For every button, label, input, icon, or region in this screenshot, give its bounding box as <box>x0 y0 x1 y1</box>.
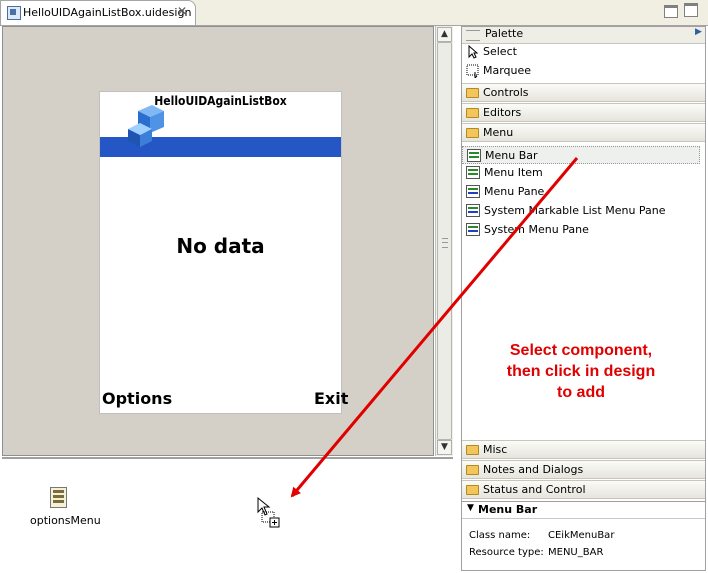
palette-item-label: Menu Pane <box>484 185 545 198</box>
drawer-label: Notes and Dialogs <box>483 463 584 476</box>
menu-pane-icon <box>466 185 480 198</box>
palette-item-menu-pane[interactable]: Menu Pane <box>462 183 700 201</box>
class-name-label: Class name: <box>469 530 531 541</box>
palette-item-menu-item[interactable]: Menu Item <box>462 164 700 182</box>
palette-item-system-menu-pane[interactable]: System Menu Pane <box>462 221 700 239</box>
annotation-line: then click in design <box>506 363 656 380</box>
maximize-icon[interactable] <box>684 3 698 17</box>
marquee-icon <box>466 64 480 80</box>
drawer-label: Editors <box>483 106 522 119</box>
marquee-tool[interactable]: Marquee <box>466 64 532 80</box>
resource-type-label: Resource type: <box>469 547 544 558</box>
folder-icon <box>466 445 479 455</box>
collapse-triangle-icon[interactable]: ▼ <box>467 503 474 513</box>
annotation-line: to add <box>557 384 605 401</box>
resource-type-value: MENU_BAR <box>548 547 604 558</box>
palette-item-label: System Menu Pane <box>484 223 589 236</box>
drawer-editors[interactable]: Editors <box>462 103 705 122</box>
uidesign-file-icon <box>7 6 21 20</box>
menu-pane-icon <box>466 223 480 236</box>
right-softkey[interactable]: Exit <box>314 389 348 408</box>
select-tool[interactable]: Select <box>466 44 517 59</box>
scroll-down-icon[interactable]: ▼ <box>437 440 452 455</box>
folder-icon <box>466 485 479 495</box>
grip-icon <box>442 238 448 248</box>
drawer-label: Misc <box>483 443 508 456</box>
palette-drag-icon[interactable] <box>466 30 480 41</box>
palette-title: Palette <box>485 27 524 40</box>
drawer-label: Menu <box>483 126 514 139</box>
open-folder-icon <box>466 128 479 138</box>
canvas-vertical-scrollbar[interactable]: ▲ ▼ <box>435 26 453 456</box>
app-logo-icon <box>128 105 164 147</box>
scroll-up-icon[interactable]: ▲ <box>437 27 452 42</box>
class-name-value: CEikMenuBar <box>548 530 615 541</box>
minimize-icon[interactable] <box>664 5 678 18</box>
folder-icon <box>466 108 479 118</box>
palette-menu-arrow-icon[interactable]: ▶ <box>695 27 702 37</box>
editor-tab[interactable]: HelloUIDAgainListBox.uidesign ✕ <box>0 0 196 25</box>
palette-item-system-markable-list-menu-pane[interactable]: System Markable List Menu Pane <box>462 202 700 220</box>
marquee-tool-label: Marquee <box>483 64 532 77</box>
folder-icon <box>466 465 479 475</box>
drawer-status-and-control[interactable]: Status and Control <box>462 480 705 499</box>
menu-pane-icon <box>466 204 480 217</box>
palette-item-label: Menu Item <box>484 166 543 179</box>
arrow-cursor-icon <box>466 44 480 59</box>
properties-title: Menu Bar <box>478 503 538 516</box>
annotation-line: Select component, <box>509 342 653 359</box>
drawer-menu[interactable]: Menu <box>462 123 705 142</box>
drawer-controls[interactable]: Controls <box>462 83 705 102</box>
scroll-thumb[interactable] <box>437 42 452 440</box>
folder-icon <box>466 88 479 98</box>
palette-item-label: Menu Bar <box>485 149 538 162</box>
close-icon[interactable]: ✕ <box>177 4 187 18</box>
menu-item-icon <box>466 166 480 179</box>
component-label[interactable]: optionsMenu <box>30 514 101 527</box>
drawer-label: Status and Control <box>483 483 586 496</box>
menu-bar-icon <box>467 149 481 162</box>
menu-bar-component-icon[interactable] <box>50 487 67 508</box>
drawer-label: Controls <box>483 86 529 99</box>
instruction-annotation: Select component, then click in design t… <box>478 340 684 403</box>
palette-item-label: System Markable List Menu Pane <box>484 204 666 217</box>
select-tool-label: Select <box>483 45 517 58</box>
palette-item-menu-bar[interactable]: Menu Bar <box>462 146 700 164</box>
drawer-notes-and-dialogs[interactable]: Notes and Dialogs <box>462 460 705 479</box>
drawer-misc[interactable]: Misc <box>462 440 705 459</box>
list-empty-text: No data <box>176 234 265 258</box>
editor-tab-label: HelloUIDAgainListBox.uidesign <box>23 6 192 19</box>
left-softkey[interactable]: Options <box>102 389 172 408</box>
phone-title: HelloUIDAgainListBox <box>154 94 287 108</box>
drop-cursor-icon <box>257 496 280 528</box>
